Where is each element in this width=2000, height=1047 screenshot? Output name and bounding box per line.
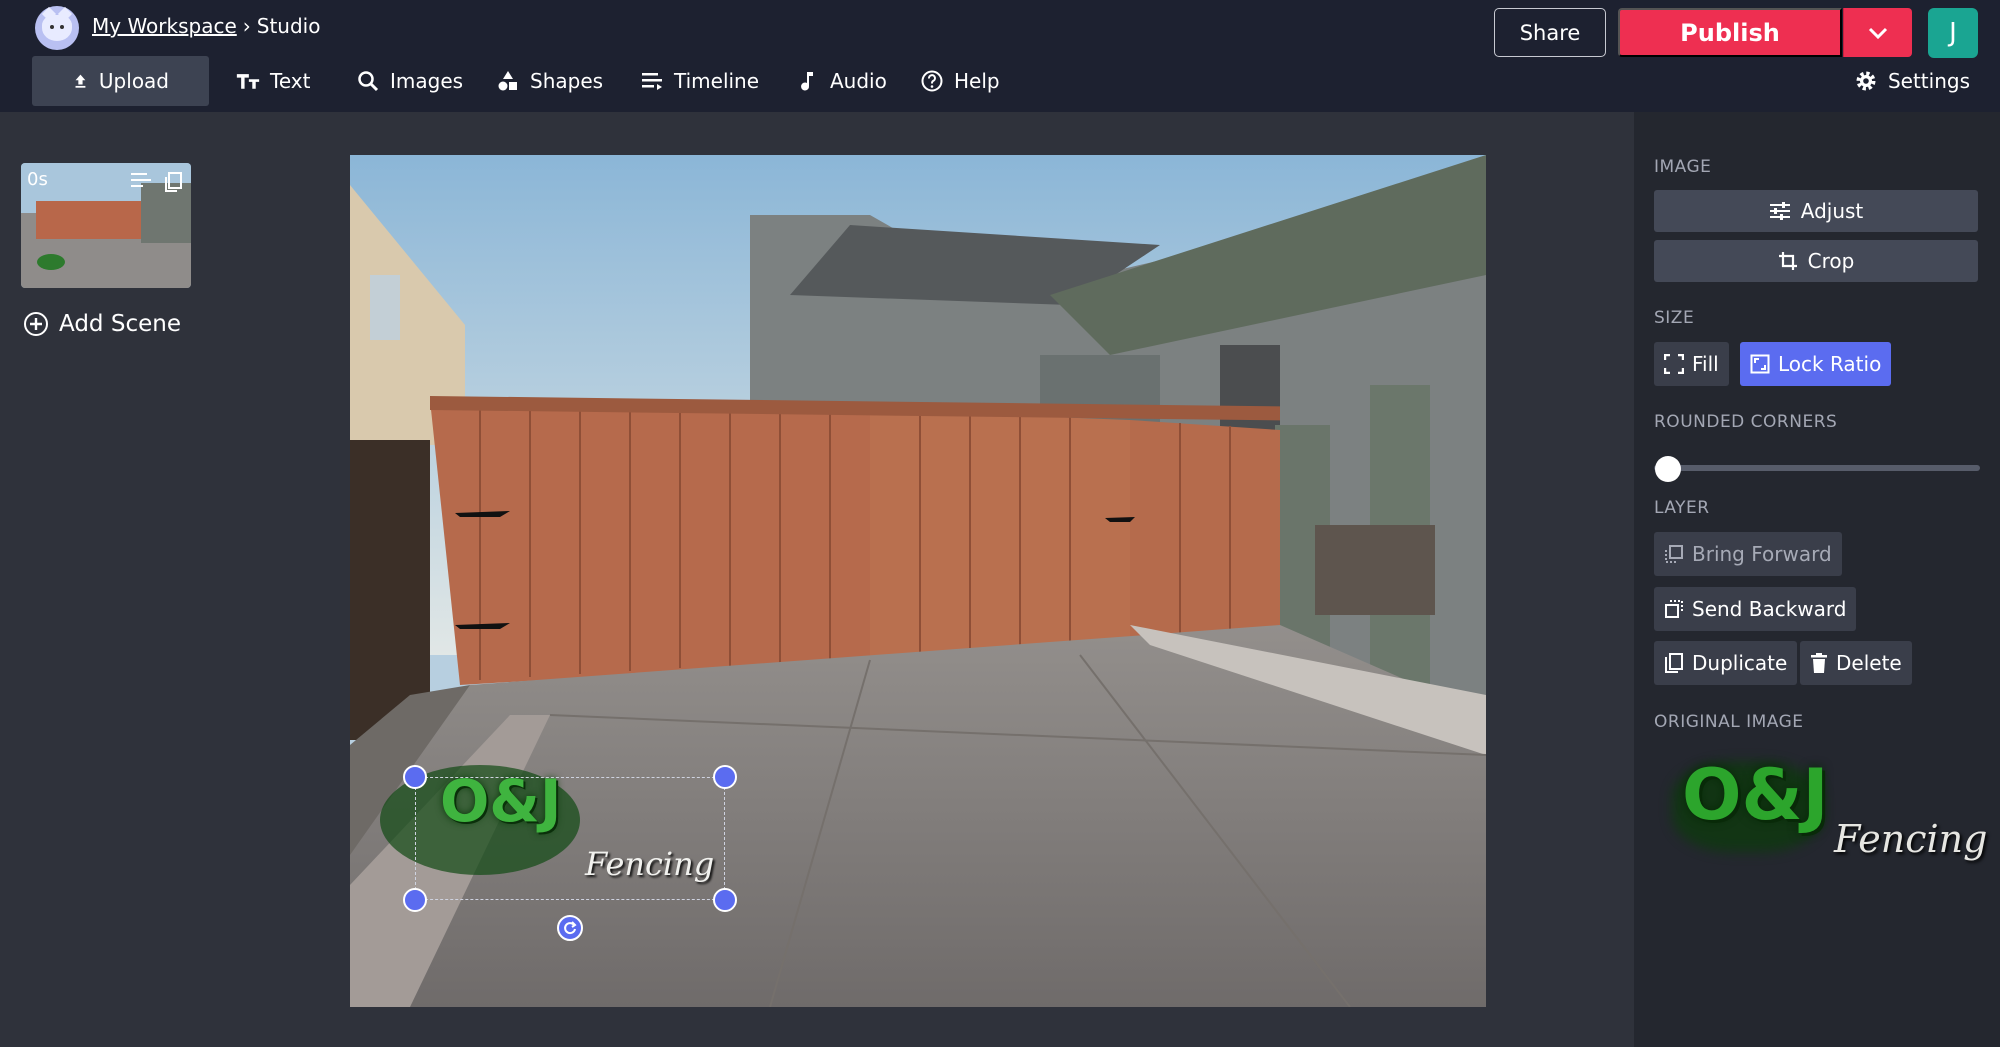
bring-forward-button[interactable]: Bring Forward [1654, 532, 1842, 576]
tool-audio-label: Audio [830, 69, 887, 93]
original-logo-script-text: Fencing [1834, 817, 1988, 861]
tool-text-label: Text [270, 69, 311, 93]
tool-shapes[interactable]: Shapes [496, 56, 603, 106]
image-section-heading: IMAGE [1654, 157, 1712, 177]
publish-options-button[interactable] [1843, 8, 1912, 57]
tool-help-label: Help [954, 69, 1000, 93]
tool-help[interactable]: Help [920, 56, 1000, 106]
lock-ratio-button[interactable]: Lock Ratio [1740, 342, 1892, 386]
breadcrumb-current: Studio [256, 14, 321, 38]
size-section-heading: SIZE [1654, 308, 1695, 328]
tool-audio[interactable]: Audio [796, 56, 887, 106]
delete-label: Delete [1836, 651, 1902, 675]
scene-duplicate-icon[interactable] [163, 171, 183, 193]
settings-label: Settings [1887, 69, 1970, 93]
crop-icon [1778, 252, 1797, 270]
duplicate-button[interactable]: Duplicate [1654, 641, 1798, 685]
selection-box[interactable] [415, 777, 725, 900]
send-backward-label: Send Backward [1692, 597, 1847, 621]
tool-images-label: Images [390, 69, 464, 93]
add-scene-label: Add Scene [59, 311, 181, 337]
timeline-icon [642, 73, 662, 90]
resize-handle-top-right[interactable] [713, 765, 737, 789]
search-icon [358, 71, 379, 92]
trash-icon [1811, 653, 1827, 673]
user-avatar[interactable]: J [1928, 8, 1978, 58]
logo-mascot-icon [42, 15, 72, 41]
share-button[interactable]: Share [1494, 8, 1606, 57]
rotate-handle[interactable] [557, 915, 583, 941]
main-toolbar: Upload Text Images Shapes Timeline Audio… [0, 56, 2000, 108]
gear-icon [1856, 71, 1876, 91]
upload-icon [75, 74, 86, 88]
tool-upload[interactable]: Upload [32, 56, 209, 106]
add-scene-button[interactable]: Add Scene [23, 311, 181, 337]
duplicate-label: Duplicate [1692, 651, 1788, 675]
tool-timeline[interactable]: Timeline [640, 56, 759, 106]
adjust-label: Adjust [1800, 199, 1864, 223]
lock-ratio-label: Lock Ratio [1778, 352, 1882, 376]
resize-handle-bottom-left[interactable] [403, 888, 427, 912]
crop-button[interactable]: Crop [1654, 240, 1978, 282]
layer-section-heading: LAYER [1654, 498, 1710, 518]
breadcrumb: My Workspace › Studio [92, 14, 320, 38]
send-backward-button[interactable]: Send Backward [1654, 587, 1857, 631]
original-logo-main-text: O&J [1682, 754, 1829, 836]
scene-time-label: 0s [27, 169, 48, 190]
bring-forward-icon [1665, 545, 1683, 563]
rounded-corners-slider-knob[interactable] [1655, 456, 1681, 482]
settings-button[interactable]: Settings [1854, 56, 1970, 106]
help-icon [921, 70, 943, 92]
app-logo[interactable] [35, 6, 79, 50]
properties-panel: IMAGE Adjust Crop SIZE Fill Lock Ratio R… [1634, 112, 2000, 1047]
plus-circle-icon [24, 312, 48, 336]
resize-handle-bottom-right[interactable] [713, 888, 737, 912]
crop-label: Crop [1807, 249, 1855, 273]
text-icon [236, 74, 260, 89]
scene-menu-icon[interactable] [131, 171, 153, 189]
fill-button[interactable]: Fill [1654, 342, 1729, 386]
tool-timeline-label: Timeline [674, 69, 760, 93]
tool-text[interactable]: Text [236, 56, 310, 106]
breadcrumb-workspace-link[interactable]: My Workspace [92, 14, 237, 38]
resize-handle-top-left[interactable] [403, 765, 427, 789]
expand-icon [1664, 354, 1684, 374]
breadcrumb-separator: › [242, 14, 251, 38]
fill-label: Fill [1692, 352, 1719, 376]
duplicate-icon [1665, 653, 1683, 673]
bring-forward-label: Bring Forward [1692, 542, 1832, 566]
tool-upload-label: Upload [98, 69, 169, 93]
rounded-corners-heading: ROUNDED CORNERS [1654, 412, 1838, 432]
original-image-heading: ORIGINAL IMAGE [1654, 712, 1804, 732]
adjust-button[interactable]: Adjust [1654, 190, 1978, 232]
chevron-down-icon [1868, 27, 1888, 39]
original-image-preview: O&J Fencing [1654, 742, 1988, 892]
delete-button[interactable]: Delete [1800, 641, 1912, 685]
publish-button[interactable]: Publish [1618, 8, 1842, 57]
aspect-ratio-icon [1750, 354, 1770, 374]
rounded-corners-slider[interactable] [1654, 465, 1980, 471]
tool-shapes-label: Shapes [530, 69, 604, 93]
sliders-icon [1769, 202, 1790, 220]
music-note-icon [801, 72, 813, 91]
tool-images[interactable]: Images [356, 56, 463, 106]
scene-thumbnail[interactable]: 0s [21, 163, 191, 288]
shapes-icon [498, 71, 517, 91]
send-backward-icon [1665, 600, 1683, 618]
rotate-icon [564, 921, 577, 935]
